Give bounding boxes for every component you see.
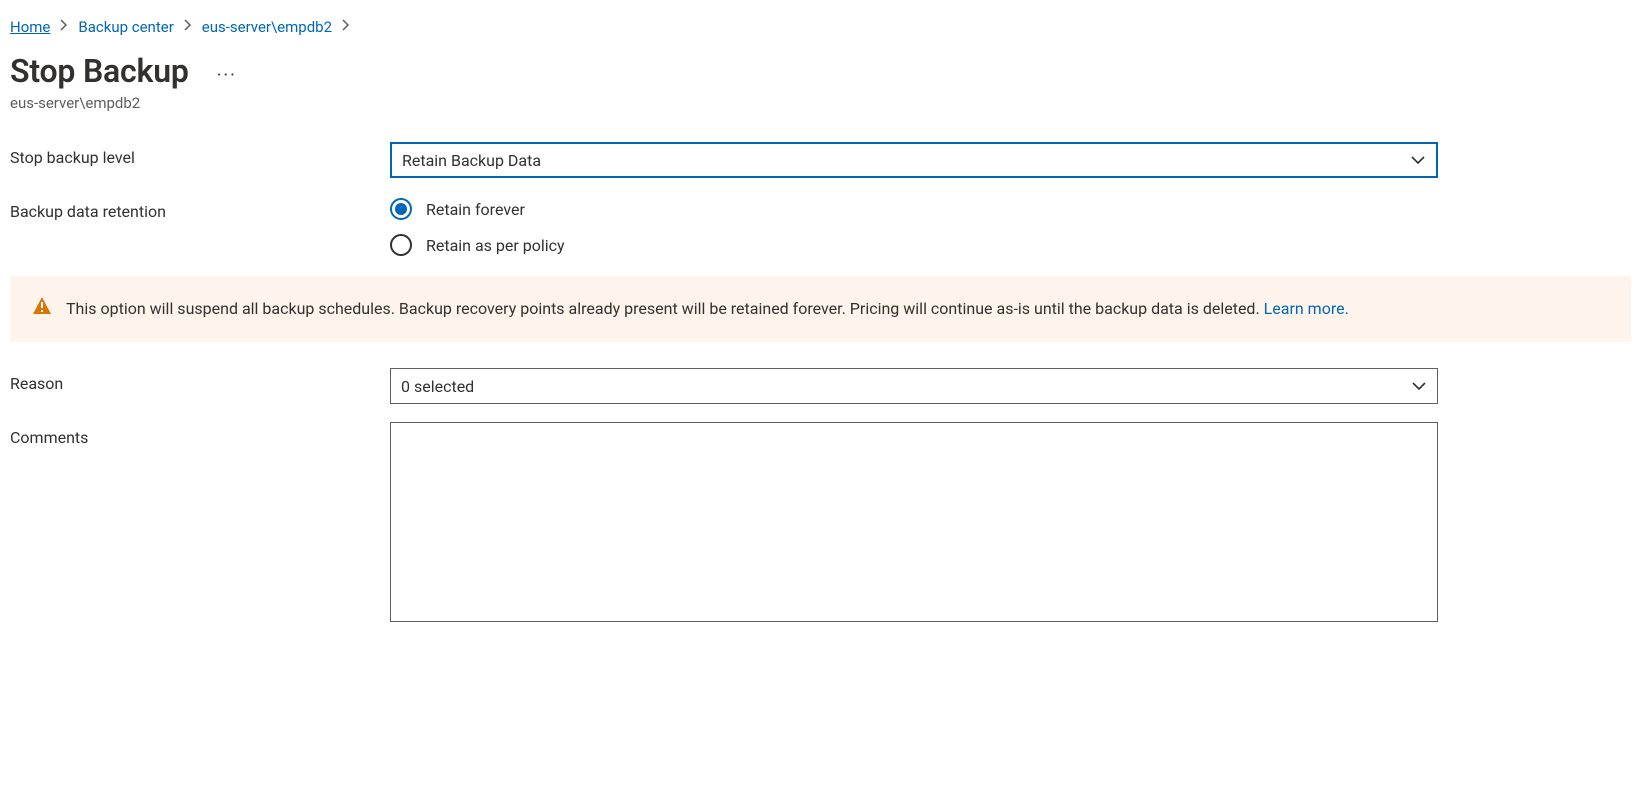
stop-backup-level-row: Stop backup level Retain Backup Data	[10, 142, 1631, 178]
retain-forever-label: Retain forever	[426, 200, 525, 219]
breadcrumb-backup-center-link[interactable]: Backup center	[78, 18, 173, 36]
retain-forever-radio[interactable]: Retain forever	[390, 198, 1438, 220]
retention-radio-group: Retain forever Retain as per policy	[390, 196, 1438, 256]
backup-data-retention-row: Backup data retention Retain forever Ret…	[10, 196, 1631, 256]
chevron-down-icon	[1410, 155, 1426, 165]
stop-backup-level-label: Stop backup level	[10, 142, 390, 167]
breadcrumb-home-link[interactable]: Home	[10, 18, 50, 36]
stop-backup-level-value: Retain Backup Data	[402, 151, 541, 170]
warning-banner-text: This option will suspend all backup sche…	[66, 298, 1349, 320]
radio-unselected-icon	[390, 234, 412, 256]
comments-label: Comments	[10, 422, 390, 447]
chevron-right-icon	[60, 19, 68, 35]
warning-icon	[32, 296, 52, 322]
learn-more-link[interactable]: Learn more.	[1264, 299, 1349, 318]
chevron-right-icon	[184, 19, 192, 35]
title-row: Stop Backup ···	[10, 42, 1631, 90]
retain-as-per-policy-radio[interactable]: Retain as per policy	[390, 234, 1438, 256]
reason-label: Reason	[10, 368, 390, 393]
backup-data-retention-label: Backup data retention	[10, 196, 390, 221]
retain-as-per-policy-label: Retain as per policy	[426, 236, 565, 255]
chevron-down-icon	[1411, 381, 1427, 391]
warning-banner: This option will suspend all backup sche…	[10, 276, 1631, 342]
page-subtitle: eus-server\empdb2	[10, 90, 1631, 142]
radio-selected-icon	[390, 198, 412, 220]
reason-row: Reason 0 selected	[10, 368, 1631, 404]
page-title: Stop Backup	[10, 52, 189, 90]
breadcrumb: Home Backup center eus-server\empdb2	[10, 8, 1631, 42]
reason-select[interactable]: 0 selected	[390, 368, 1438, 404]
reason-value: 0 selected	[401, 377, 474, 396]
comments-row: Comments	[10, 422, 1631, 626]
more-actions-button[interactable]: ···	[217, 57, 237, 85]
chevron-right-icon	[342, 19, 350, 35]
breadcrumb-resource-link[interactable]: eus-server\empdb2	[202, 18, 332, 36]
comments-textarea[interactable]	[390, 422, 1438, 622]
stop-backup-level-select[interactable]: Retain Backup Data	[390, 142, 1438, 178]
